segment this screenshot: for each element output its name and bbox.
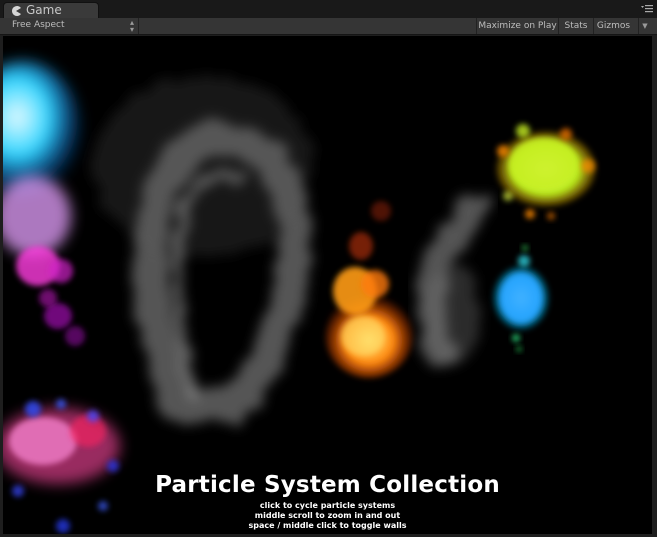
pacman-game-icon (12, 6, 21, 16)
caption-line-2: middle scroll to zoom in and out (254, 511, 401, 520)
tab-game[interactable]: Game (3, 2, 99, 18)
caption-line-3: space / middle click to toggle walls (248, 521, 407, 530)
dropdown-arrows-icon: ▴ ▾ (129, 18, 134, 34)
game-viewport[interactable]: Particle System Collection click to cycl… (3, 36, 652, 534)
caption-title: Particle System Collection (155, 472, 500, 498)
maximize-on-play-button[interactable]: Maximize on Play (476, 18, 558, 34)
lime-particle-system (496, 124, 596, 220)
tab-bar: Game (0, 0, 657, 19)
smoke-particle-system (93, 76, 313, 423)
aspect-dropdown[interactable]: Free Aspect ▴ ▾ (4, 18, 139, 34)
fire-particle-system (325, 201, 413, 378)
gizmos-dropdown-icon[interactable]: ▼ (638, 18, 651, 34)
stats-button[interactable]: Stats (558, 18, 593, 34)
gizmos-button[interactable]: Gizmos (593, 18, 633, 34)
caption-line-1: click to cycle particle systems (259, 501, 396, 510)
tab-label: Game (26, 3, 62, 17)
particle-scene (3, 61, 596, 533)
game-toolbar: Free Aspect ▴ ▾ Maximize on Play Stats Gi… (0, 18, 657, 35)
panel-menu-icon[interactable] (641, 4, 653, 14)
blue-particle-system (493, 245, 549, 352)
game-window: Game Free Aspect ▴ ▾ Maximize on Play Sta… (0, 0, 657, 537)
cyan-magenta-particle-system (3, 61, 85, 346)
small-smoke-particle-system (416, 194, 488, 370)
aspect-label: Free Aspect (12, 20, 65, 30)
